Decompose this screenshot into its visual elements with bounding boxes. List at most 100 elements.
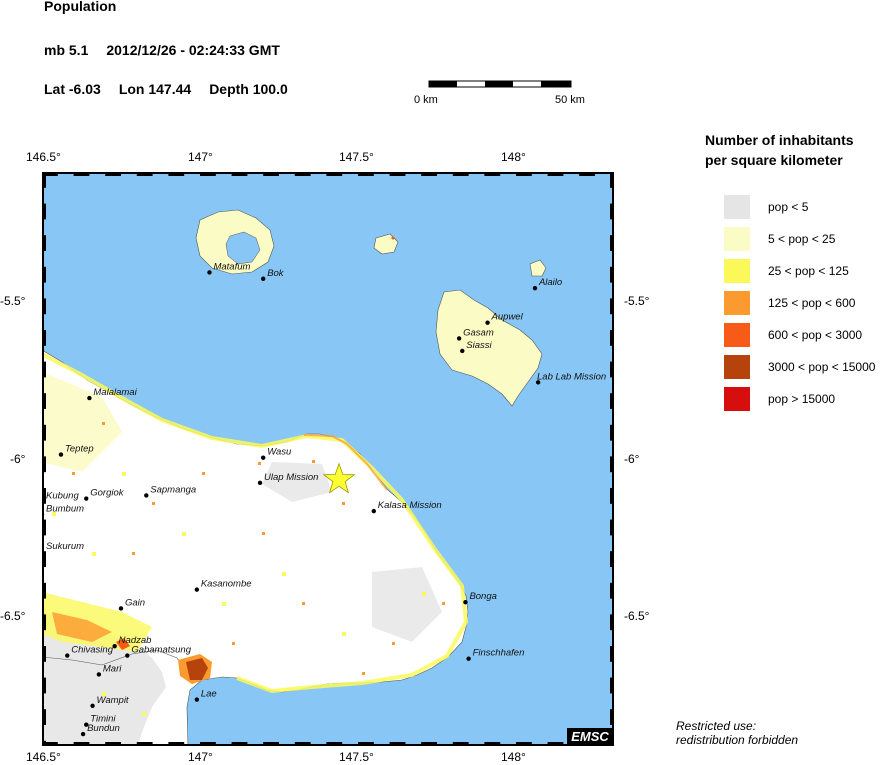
frame-tick xyxy=(42,582,46,599)
emsc-logo-text: EMSC xyxy=(571,729,609,744)
frame-tick xyxy=(231,742,248,746)
legend-label: 5 < pop < 25 xyxy=(768,232,836,246)
legend-label: pop < 5 xyxy=(768,200,809,214)
town-marker xyxy=(261,455,266,460)
lon-tick-label-top: 147° xyxy=(188,150,213,164)
frame-tick xyxy=(168,172,185,176)
town-label: Kalasa Mission xyxy=(378,500,442,511)
frame-tick xyxy=(42,203,46,220)
frame-tick xyxy=(42,646,46,662)
frame-tick xyxy=(610,709,614,725)
town-marker xyxy=(144,493,149,498)
legend-swatch xyxy=(724,387,750,411)
town-label: Sukurum xyxy=(46,541,84,552)
town-marker xyxy=(194,697,200,702)
town-marker xyxy=(261,276,266,281)
town-marker xyxy=(207,270,212,275)
lon-tick-label-bottom: 147° xyxy=(188,750,213,764)
town-label: Bonga xyxy=(469,591,496,602)
frame-tick xyxy=(200,172,216,176)
frame-tick xyxy=(231,172,248,176)
town-label: Kubung xyxy=(46,491,79,502)
lon-tick-label-top: 148° xyxy=(501,150,526,164)
frame-tick xyxy=(389,742,406,746)
town-label: Alailo xyxy=(538,277,562,288)
lat-tick-label-right: -6.5° xyxy=(624,609,650,623)
legend-swatch xyxy=(724,195,750,219)
town-marker xyxy=(460,348,465,354)
town-marker xyxy=(466,656,471,661)
town-label: Wasu xyxy=(267,447,292,458)
frame-tick xyxy=(326,742,343,746)
town-label: Sapmanga xyxy=(150,484,196,495)
frame-tick xyxy=(516,742,532,746)
town-label: Ulap Mission xyxy=(264,472,318,483)
lon-tick-label-bottom: 146.5° xyxy=(26,750,61,764)
town-label: Malalamai xyxy=(93,387,137,398)
frame-tick xyxy=(547,172,564,176)
town-marker xyxy=(84,496,89,501)
lat-tick-label-left: -5.5° xyxy=(0,294,26,308)
town-label: Bundun xyxy=(87,723,120,734)
legend-title: Number of inhabitants per square kilomet… xyxy=(705,130,854,170)
magnitude: mb 5.1 xyxy=(44,42,89,58)
town-label: Lae xyxy=(201,689,217,700)
frame-tick xyxy=(484,172,501,176)
restricted-line1: Restricted use: xyxy=(676,719,757,733)
frame-tick xyxy=(610,393,614,409)
frame-tick xyxy=(452,172,469,176)
town-label: Bumbum xyxy=(46,503,84,514)
frame-tick xyxy=(610,172,614,188)
frame-tick xyxy=(42,235,46,251)
population-map: Matafum Bok Alailo Aupwel Gasam Siassi Lab Lab… xyxy=(42,172,614,746)
town-marker xyxy=(118,606,124,611)
frame-tick xyxy=(610,456,614,473)
frame-tick xyxy=(484,742,501,746)
town-label: Finschhafen xyxy=(473,648,525,659)
legend-title-line1: Number of inhabitants xyxy=(705,132,854,148)
frame-tick xyxy=(579,172,595,176)
frame-tick xyxy=(42,298,46,315)
legend-swatch xyxy=(724,355,750,379)
town-label: Aupwel xyxy=(491,312,524,323)
frame-tick xyxy=(610,677,614,694)
map-title: Population xyxy=(44,0,117,14)
lon-tick-label-bottom: 148° xyxy=(501,750,526,764)
frame-tick xyxy=(610,330,614,346)
town-label: Gain xyxy=(125,597,145,608)
frame-tick xyxy=(42,677,46,694)
frame-tick xyxy=(421,172,437,176)
town-marker xyxy=(112,643,117,649)
lat-tick-label-left: -6.5° xyxy=(0,609,26,623)
town-label: Chivasing xyxy=(71,645,113,656)
frame-tick xyxy=(200,742,216,746)
frame-tick xyxy=(294,742,311,746)
town-label: Gorgiok xyxy=(90,488,125,499)
frame-tick xyxy=(42,266,46,283)
town-label: Lab Lab Mission xyxy=(537,371,606,382)
town-marker xyxy=(194,587,200,592)
legend-label: 3000 < pop < 15000 xyxy=(768,360,876,374)
town-label: Matafum xyxy=(213,261,250,272)
frame-tick xyxy=(136,172,153,176)
frame-tick xyxy=(42,393,46,409)
frame-tick xyxy=(516,172,532,176)
event-lat: Lat -6.03 xyxy=(44,81,101,97)
town-marker xyxy=(485,320,490,325)
frame-tick xyxy=(358,742,374,746)
legend-swatch xyxy=(724,291,750,315)
frame-tick xyxy=(358,172,374,176)
town-label: Teptep xyxy=(65,444,94,455)
town-marker xyxy=(65,653,70,658)
restricted-line2: redistribution forbidden xyxy=(676,733,799,747)
town-marker xyxy=(532,285,538,291)
frame-tick xyxy=(73,172,90,176)
legend-swatch xyxy=(724,323,750,347)
lat-tick-label-right: -6° xyxy=(624,452,640,466)
town-marker xyxy=(463,599,468,605)
frame-tick xyxy=(42,709,46,725)
frame-tick xyxy=(610,203,614,220)
legend-label: 600 < pop < 3000 xyxy=(768,328,863,342)
lon-tick-label-top: 146.5° xyxy=(26,150,61,164)
town-marker xyxy=(96,672,102,677)
